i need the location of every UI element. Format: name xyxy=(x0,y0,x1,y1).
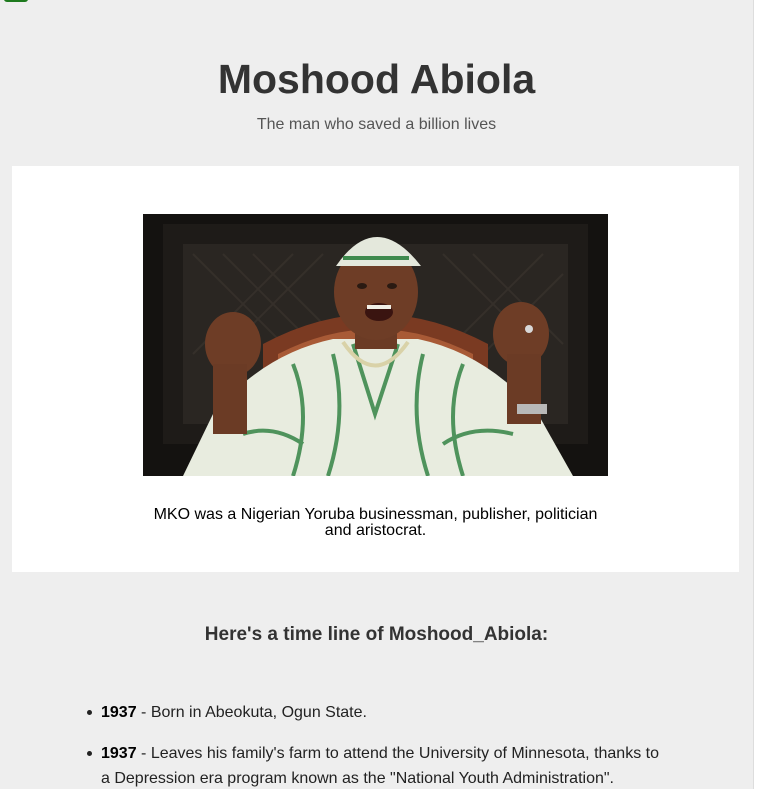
timeline-list: 1937 - Born in Abeokuta, Ogun State. 193… xyxy=(87,700,661,807)
corner-tab xyxy=(4,0,28,2)
timeline-item: 1937 - Leaves his family's farm to atten… xyxy=(87,741,661,791)
timeline-text: - Born in Abeokuta, Ogun State. xyxy=(136,704,367,721)
page-title: Moshood Abiola xyxy=(217,56,536,102)
portrait-image xyxy=(143,214,608,476)
page-subtitle: The man who saved a billion lives xyxy=(256,116,497,133)
timeline-year: 1937 xyxy=(101,745,137,762)
image-caption: MKO was a Nigerian Yoruba businessman, p… xyxy=(153,506,598,539)
image-card: MKO was a Nigerian Yoruba businessman, p… xyxy=(12,166,739,572)
timeline-year: 1937 xyxy=(101,704,137,721)
timeline-heading: Here's a time line of Moshood_Abiola: xyxy=(204,624,549,645)
timeline-item: 1937 - Born in Abeokuta, Ogun State. xyxy=(87,700,661,725)
tribute-page: Moshood Abiola The man who saved a billi… xyxy=(0,0,754,789)
timeline-text: - Leaves his family's farm to attend the… xyxy=(101,745,659,787)
